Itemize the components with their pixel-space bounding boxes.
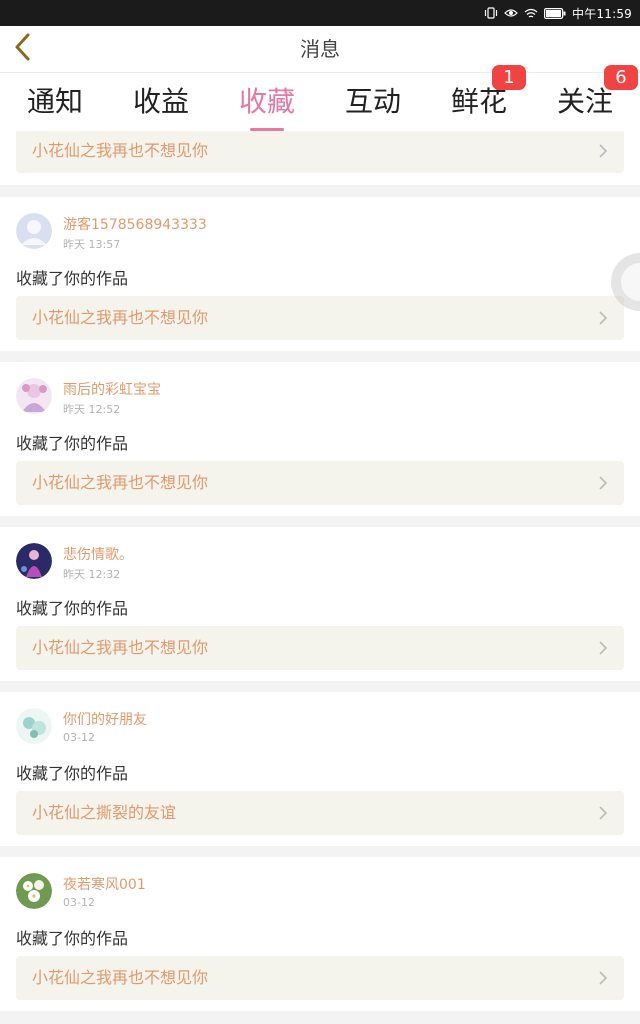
tab-label: 收藏 <box>238 85 295 118</box>
work-title: 小花仙之我再也不想见你 <box>32 638 209 657</box>
tab-label: 收益 <box>132 85 189 118</box>
navbar: 消息 <box>0 26 640 73</box>
notification-card: 游客1578568943333 昨天 13:57 收藏了你的作品 小花仙之我再也… <box>0 197 640 351</box>
tab-label: 互动 <box>344 85 401 118</box>
status-bar: 中午11:59 <box>0 0 640 26</box>
chevron-right-icon <box>599 641 608 655</box>
avatar[interactable] <box>16 708 52 744</box>
work-link[interactable]: 小花仙之我再也不想见你 <box>16 626 624 670</box>
timestamp: 昨天 12:32 <box>63 568 121 581</box>
notification-card: 小花仙之我再也不想见你 <box>0 131 640 185</box>
action-text: 收藏了你的作品 <box>16 434 129 453</box>
notification-card: 悲伤情歌。 昨天 12:32 收藏了你的作品 小花仙之我再也不想见你 <box>0 527 640 681</box>
tab-bar: 通知 收益 收藏 互动 鲜花 1 关注 6 <box>0 65 640 131</box>
work-title: 小花仙之我再也不想见你 <box>32 141 209 160</box>
action-text: 收藏了你的作品 <box>16 599 129 618</box>
work-title: 小花仙之我再也不想见你 <box>32 968 209 987</box>
work-link[interactable]: 小花仙之我再也不想见你 <box>16 956 624 1000</box>
notification-list[interactable]: 小花仙之我再也不想见你 游客1578568943333 昨天 13:57 收藏了… <box>0 131 640 1024</box>
username[interactable]: 游客1578568943333 <box>63 214 207 234</box>
tab-notifications[interactable]: 通知 <box>10 73 100 131</box>
username[interactable]: 夜若寒风001 <box>63 874 146 894</box>
tab-label: 关注 <box>556 85 613 118</box>
tab-earnings[interactable]: 收益 <box>116 73 206 131</box>
work-link[interactable]: 小花仙之撕裂的友谊 <box>16 791 624 835</box>
tab-follows[interactable]: 关注 6 <box>540 65 638 131</box>
floating-assist-inner <box>621 263 640 301</box>
avatar[interactable] <box>16 378 52 414</box>
timestamp: 昨天 12:52 <box>63 403 121 416</box>
notification-card: 雨后的彩虹宝宝 昨天 12:52 收藏了你的作品 小花仙之我再也不想见你 <box>0 362 640 516</box>
work-link[interactable]: 小花仙之我再也不想见你 <box>16 461 624 505</box>
tab-label: 鲜花 <box>450 85 507 118</box>
status-icons: 中午11:59 <box>484 0 632 26</box>
chevron-right-icon <box>599 806 608 820</box>
action-text: 收藏了你的作品 <box>16 269 129 288</box>
work-title: 小花仙之我再也不想见你 <box>32 308 209 327</box>
tab-favorites[interactable]: 收藏 <box>222 73 312 131</box>
work-link[interactable]: 小花仙之我再也不想见你 <box>16 131 624 173</box>
work-title: 小花仙之撕裂的友谊 <box>32 803 177 822</box>
avatar[interactable] <box>16 543 52 579</box>
wifi-icon <box>524 8 538 19</box>
notification-card: 夜若寒风001 03-12 收藏了你的作品 小花仙之我再也不想见你 <box>0 857 640 1011</box>
back-button[interactable] <box>4 31 40 67</box>
vibrate-icon <box>484 7 498 19</box>
work-title: 小花仙之我再也不想见你 <box>32 473 209 492</box>
tab-flowers[interactable]: 鲜花 1 <box>434 65 526 131</box>
battery-icon <box>544 7 566 19</box>
chevron-right-icon <box>599 971 608 985</box>
action-text: 收藏了你的作品 <box>16 929 129 948</box>
timestamp: 03-12 <box>63 731 95 744</box>
username[interactable]: 雨后的彩虹宝宝 <box>63 379 161 399</box>
chevron-right-icon <box>599 476 608 490</box>
timestamp: 03-12 <box>63 896 95 909</box>
unread-badge: 1 <box>492 65 526 90</box>
chevron-left-icon <box>13 33 31 65</box>
notification-card: 你们的好朋友 03-12 收藏了你的作品 小花仙之撕裂的友谊 <box>0 692 640 846</box>
status-time: 中午11:59 <box>572 6 632 21</box>
tab-label: 通知 <box>26 85 83 118</box>
action-text: 收藏了你的作品 <box>16 764 129 783</box>
work-link[interactable]: 小花仙之我再也不想见你 <box>16 296 624 340</box>
username[interactable]: 悲伤情歌。 <box>63 544 133 564</box>
eye-comfort-icon <box>504 8 518 18</box>
chevron-right-icon <box>599 144 608 158</box>
username[interactable]: 你们的好朋友 <box>63 709 147 729</box>
avatar[interactable] <box>16 213 52 249</box>
timestamp: 昨天 13:57 <box>63 238 121 251</box>
avatar[interactable] <box>16 873 52 909</box>
unread-badge: 6 <box>604 65 638 90</box>
page-title: 消息 <box>300 37 340 61</box>
chevron-right-icon <box>599 311 608 325</box>
tab-interactions[interactable]: 互动 <box>328 73 418 131</box>
